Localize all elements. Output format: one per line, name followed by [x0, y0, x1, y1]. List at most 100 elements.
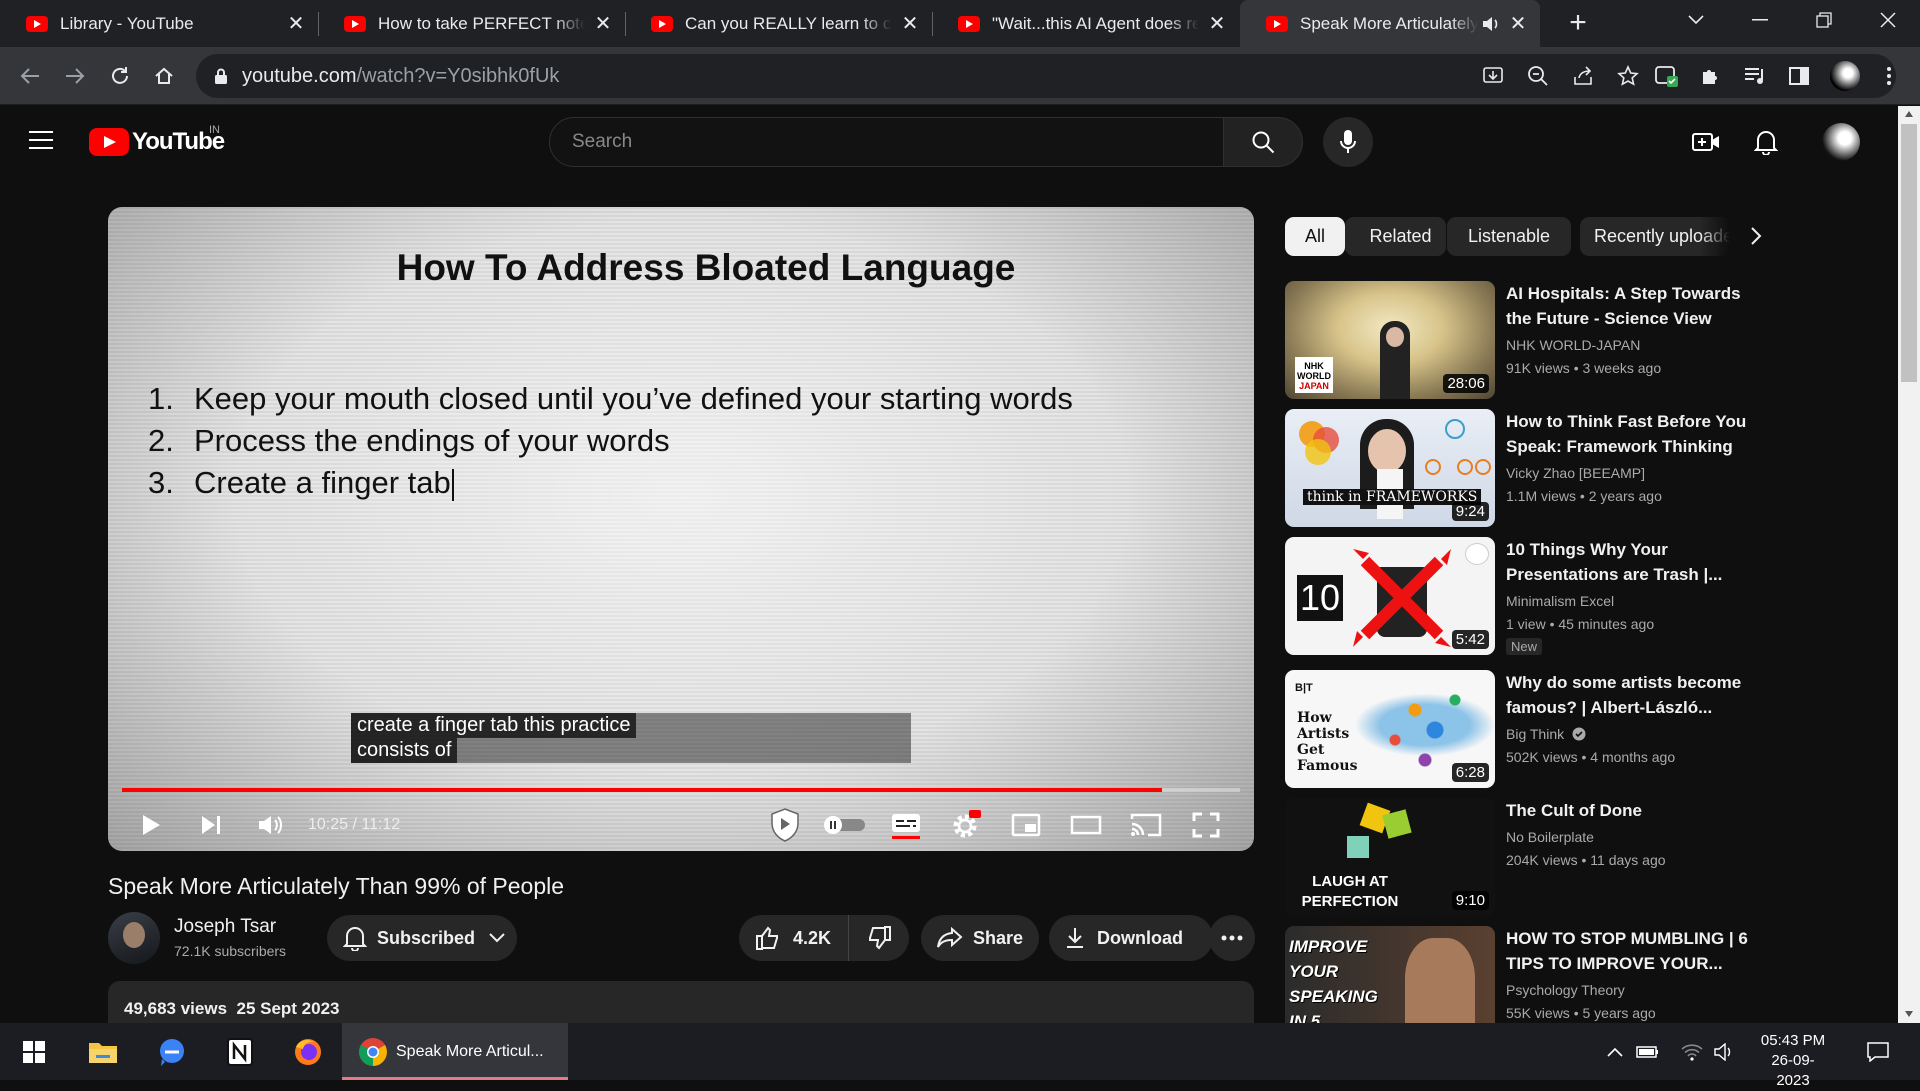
- search-button[interactable]: [1223, 117, 1303, 167]
- side-panel-icon[interactable]: [1782, 59, 1816, 93]
- reload-button[interactable]: [104, 60, 136, 92]
- chrome-menu-icon[interactable]: [1872, 59, 1906, 93]
- forward-button[interactable]: [59, 60, 91, 92]
- share-page-icon[interactable]: [1566, 59, 1600, 93]
- video-thumbnail[interactable]: NHK WORLD JAPAN 28:06: [1285, 281, 1495, 399]
- browser-tab[interactable]: "Wait...this AI Agent does rese ✕: [932, 0, 1239, 47]
- recommendation-title[interactable]: 10 Things Why Your Presentations are Tra…: [1506, 537, 1756, 587]
- volume-tray-icon[interactable]: [1710, 1023, 1740, 1080]
- recommendation-channel[interactable]: Big Think: [1506, 726, 1586, 742]
- notion-icon[interactable]: [210, 1023, 270, 1080]
- restore-button[interactable]: [1792, 0, 1856, 40]
- recommendation-title[interactable]: How to Think Fast Before You Speak: Fram…: [1506, 409, 1756, 459]
- close-icon[interactable]: ✕: [900, 13, 920, 35]
- autoplay-toggle[interactable]: [820, 805, 870, 845]
- scroll-down-arrow-icon[interactable]: [1904, 1010, 1914, 1018]
- chips-next-chevron-icon[interactable]: [1750, 226, 1774, 250]
- recommendation-item[interactable]: B|T How Artists Get Famous 6:28 Why do s…: [1285, 670, 1755, 788]
- chip-all[interactable]: All: [1285, 217, 1345, 256]
- more-actions-button[interactable]: [1209, 915, 1255, 961]
- profile-avatar-icon[interactable]: [1828, 59, 1862, 93]
- notification-center-icon[interactable]: [1858, 1023, 1898, 1080]
- close-icon[interactable]: ✕: [286, 13, 306, 35]
- page-scrollbar[interactable]: [1898, 106, 1920, 1023]
- recommendation-channel[interactable]: Psychology Theory: [1506, 982, 1625, 998]
- video-thumbnail[interactable]: 10 5:42: [1285, 537, 1495, 655]
- recommendation-channel[interactable]: Vicky Zhao [BEEAMP]: [1506, 465, 1645, 481]
- settings-button[interactable]: [946, 805, 986, 845]
- channel-name[interactable]: Joseph Tsar: [174, 916, 276, 938]
- bookmark-star-icon[interactable]: [1611, 59, 1645, 93]
- home-button[interactable]: [148, 60, 180, 92]
- recommendation-item[interactable]: IMPROVE YOUR SPEAKING IN 5 MINUTES HOW T…: [1285, 926, 1755, 1023]
- extension-checker-icon[interactable]: [1650, 59, 1684, 93]
- voice-search-button[interactable]: [1323, 117, 1373, 167]
- play-button[interactable]: [131, 805, 171, 845]
- file-explorer-icon[interactable]: [73, 1023, 133, 1080]
- share-button[interactable]: Share: [921, 915, 1039, 961]
- browser-tab-active[interactable]: Speak More Articulately T ✕: [1240, 0, 1540, 47]
- channel-avatar[interactable]: [108, 912, 160, 964]
- account-avatar[interactable]: [1822, 123, 1860, 161]
- close-window-button[interactable]: [1856, 0, 1920, 40]
- tab-search-chevron-icon[interactable]: [1664, 0, 1728, 40]
- volume-button[interactable]: [251, 805, 291, 845]
- scroll-up-arrow-icon[interactable]: [1904, 110, 1914, 118]
- minimize-button[interactable]: [1728, 0, 1792, 40]
- close-icon[interactable]: ✕: [1207, 13, 1227, 35]
- url-text[interactable]: youtube.com/watch?v=Y0sibhk0fUk: [242, 65, 559, 88]
- recommendation-channel[interactable]: Minimalism Excel: [1506, 593, 1614, 609]
- address-bar[interactable]: youtube.com/watch?v=Y0sibhk0fUk: [196, 54, 1896, 98]
- shield-icon[interactable]: [765, 805, 805, 845]
- search-input[interactable]: [570, 130, 1190, 154]
- chip-listenable[interactable]: Listenable: [1447, 217, 1571, 256]
- zoom-icon[interactable]: [1521, 59, 1555, 93]
- cast-button[interactable]: [1126, 805, 1166, 845]
- next-button[interactable]: [191, 805, 231, 845]
- windows-start-icon[interactable]: [4, 1023, 64, 1080]
- close-icon[interactable]: ✕: [1508, 13, 1528, 35]
- recommendation-title[interactable]: Why do some artists become famous? | Alb…: [1506, 670, 1756, 720]
- extensions-puzzle-icon[interactable]: [1694, 59, 1728, 93]
- browser-tab[interactable]: Can you REALLY learn to code ✕: [625, 0, 932, 47]
- recommendation-title[interactable]: AI Hospitals: A Step Towards the Future …: [1506, 281, 1756, 331]
- progress-bar[interactable]: [122, 788, 1240, 792]
- recommendation-title[interactable]: HOW TO STOP MUMBLING | 6 TIPS TO IMPROVE…: [1506, 926, 1755, 976]
- tray-overflow-chevron-icon[interactable]: [1600, 1023, 1630, 1080]
- subscribed-button[interactable]: Subscribed: [327, 915, 517, 961]
- theater-mode-button[interactable]: [1066, 805, 1106, 845]
- install-app-icon[interactable]: [1476, 59, 1510, 93]
- video-thumbnail[interactable]: B|T How Artists Get Famous 6:28: [1285, 670, 1495, 788]
- youtube-logo[interactable]: YouTube: [89, 128, 225, 156]
- recommendation-item[interactable]: think in FRAMEWORKS 9:24 How to Think Fa…: [1285, 409, 1755, 527]
- system-clock[interactable]: 05:43 PM 26-09-2023: [1758, 1031, 1828, 1091]
- browser-tab[interactable]: How to take PERFECT notes w ✕: [318, 0, 625, 47]
- browser-tab[interactable]: Library - YouTube ✕: [0, 0, 318, 47]
- taskbar-chrome-window[interactable]: Speak More Articul...: [342, 1023, 568, 1080]
- dislike-button[interactable]: [849, 915, 909, 961]
- lock-icon[interactable]: [214, 68, 228, 85]
- like-button[interactable]: 4.2K: [739, 915, 849, 961]
- video-thumbnail[interactable]: think in FRAMEWORKS 9:24: [1285, 409, 1495, 527]
- chip-recently-uploaded[interactable]: Recently uploaded: [1580, 217, 1730, 256]
- scrollbar-thumb[interactable]: [1901, 124, 1917, 382]
- recommendation-channel[interactable]: No Boilerplate: [1506, 829, 1594, 845]
- media-control-icon[interactable]: [1738, 59, 1772, 93]
- new-tab-button[interactable]: +: [1562, 8, 1594, 40]
- recommendation-title[interactable]: The Cult of Done: [1506, 798, 1756, 823]
- recommendation-item[interactable]: 10 5:42 10 Things Why Your Presentations…: [1285, 537, 1755, 655]
- miniplayer-button[interactable]: [1006, 805, 1046, 845]
- video-thumbnail[interactable]: LAUGH AT PERFECTION 9:10: [1285, 798, 1495, 916]
- back-button[interactable]: [14, 60, 46, 92]
- subtitles-button[interactable]: [886, 805, 926, 845]
- firefox-icon[interactable]: [278, 1023, 338, 1080]
- video-thumbnail[interactable]: IMPROVE YOUR SPEAKING IN 5 MINUTES: [1285, 926, 1495, 1023]
- create-video-icon[interactable]: [1688, 124, 1724, 160]
- fullscreen-button[interactable]: [1186, 805, 1226, 845]
- chip-related[interactable]: Related: [1355, 217, 1446, 256]
- close-icon[interactable]: ✕: [593, 13, 613, 35]
- battery-icon[interactable]: [1633, 1023, 1663, 1080]
- wifi-icon[interactable]: [1677, 1023, 1707, 1080]
- chat-app-icon[interactable]: [142, 1023, 202, 1080]
- video-player[interactable]: How To Address Bloated Language 1. Keep y…: [108, 207, 1254, 851]
